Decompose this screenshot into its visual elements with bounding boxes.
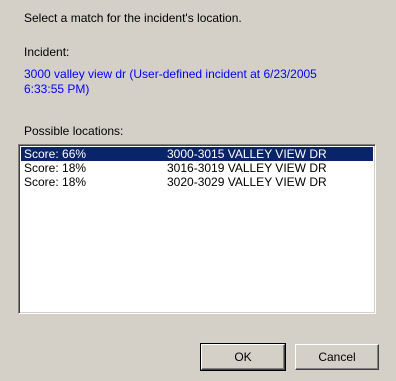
- location-address-range: 3020-3029 VALLEY VIEW DR: [167, 175, 327, 189]
- location-score: Score: 18%: [24, 175, 87, 189]
- ok-button[interactable]: OK: [200, 343, 286, 371]
- location-score: Score: 18%: [24, 161, 87, 175]
- instruction-text: Select a match for the incident's locati…: [24, 11, 242, 25]
- location-row[interactable]: Score: 18% 3020-3029 VALLEY VIEW DR: [21, 175, 373, 189]
- cancel-button[interactable]: Cancel: [295, 344, 379, 370]
- location-row[interactable]: Score: 66% 3000-3015 VALLEY VIEW DR: [21, 147, 373, 161]
- possible-locations-label: Possible locations:: [24, 124, 124, 138]
- incident-label: Incident:: [24, 45, 70, 59]
- location-row[interactable]: Score: 18% 3016-3019 VALLEY VIEW DR: [21, 161, 373, 175]
- location-score: Score: 66%: [24, 147, 87, 161]
- location-match-dialog: Select a match for the incident's locati…: [0, 0, 396, 381]
- possible-locations-listbox[interactable]: Score: 66% 3000-3015 VALLEY VIEW DR Scor…: [18, 144, 376, 314]
- incident-description: 3000 valley view dr (User-defined incide…: [24, 67, 317, 96]
- location-address-range: 3016-3019 VALLEY VIEW DR: [167, 161, 327, 175]
- location-address-range: 3000-3015 VALLEY VIEW DR: [167, 147, 327, 161]
